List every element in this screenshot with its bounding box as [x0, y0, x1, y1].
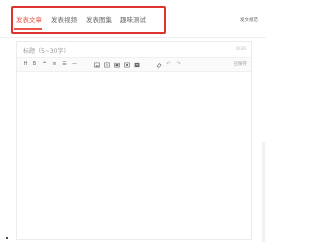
audio-icon[interactable]	[123, 61, 130, 68]
bold-icon[interactable]: B	[31, 61, 38, 68]
eraser-icon[interactable]	[155, 61, 162, 68]
publish-type-tab-bar: 发表文章 发表视频 发表图集 趣味测试 发文规范	[0, 0, 266, 40]
image-gallery-icon[interactable]	[113, 61, 120, 68]
heading-icon[interactable]: H	[22, 61, 29, 68]
bullet-dot	[6, 237, 8, 239]
video-icon[interactable]	[103, 61, 110, 68]
quote-icon[interactable]: ❝	[41, 61, 48, 68]
divider-line-icon[interactable]: —	[71, 61, 78, 68]
redo-icon[interactable]: ↷	[175, 61, 182, 68]
editor-toolbar: H B ❝ ≡ ☰ — ↶ ↷ 已保存	[17, 58, 251, 72]
content-editor-area[interactable]	[17, 72, 251, 240]
vote-icon[interactable]	[133, 61, 140, 68]
header-divider	[0, 37, 266, 38]
publishing-guidelines-link[interactable]: 发文规范	[240, 17, 258, 23]
title-input[interactable]: 标题（5~30字）	[23, 46, 69, 55]
undo-icon[interactable]: ↶	[165, 61, 172, 68]
image-icon[interactable]	[93, 61, 100, 68]
save-status: 已保存	[233, 62, 248, 67]
title-char-counter: 0/30	[235, 47, 246, 52]
page-scrollbar[interactable]	[262, 142, 265, 242]
unordered-list-icon[interactable]: ≡	[51, 61, 58, 68]
ordered-list-icon[interactable]: ☰	[61, 61, 68, 68]
annotation-highlight-box	[11, 6, 166, 34]
article-editor: 标题（5~30字） 0/30 H B ❝ ≡ ☰ — ↶ ↷ 已保存	[16, 41, 252, 240]
